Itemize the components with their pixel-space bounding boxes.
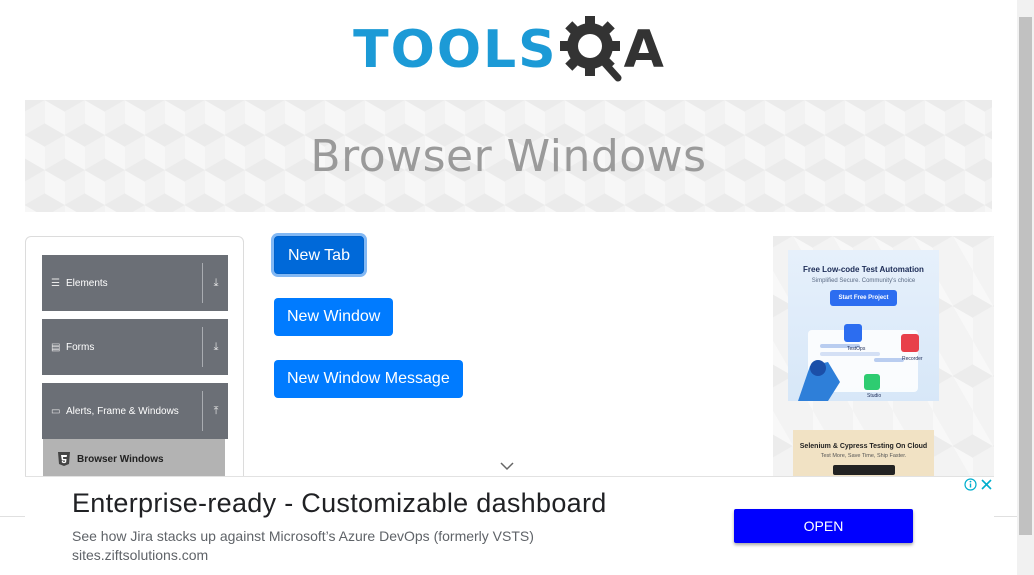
ad-info-icon[interactable] — [963, 477, 978, 492]
start-free-project-button[interactable]: Start Free Project — [830, 290, 897, 306]
scrollbar-thumb[interactable] — [1019, 17, 1032, 535]
open-button[interactable]: OPEN — [734, 509, 913, 543]
chevron-down-icon[interactable] — [499, 460, 515, 472]
gear-magnifier-icon — [559, 16, 622, 82]
divider — [202, 391, 203, 431]
sidebar-group-forms[interactable]: ▤ Forms ⤓ — [42, 319, 228, 375]
logo-text-a: A — [623, 20, 664, 80]
vertical-scrollbar[interactable] — [1017, 0, 1034, 575]
page-title: Browser Windows — [310, 130, 707, 182]
new-window-button[interactable]: New Window — [274, 298, 394, 336]
ad-subtitle: Simplified Secure. Community's choice — [811, 278, 916, 284]
sidebar-group-alerts-frame-windows[interactable]: ▭ Alerts, Frame & Windows ⤒ — [42, 383, 228, 439]
page: TOOLS A Browser Windows ☰ Elements ⤓ ▤ F… — [0, 0, 1034, 575]
site-header: TOOLS A — [0, 0, 1017, 100]
ad-label-testops: TestOps — [847, 346, 866, 352]
ad-title: Free Low-code Test Automation — [803, 265, 924, 274]
sidebar-item-label: Browser Windows — [77, 453, 164, 465]
new-window-message-button[interactable]: New Window Message — [274, 360, 463, 398]
close-icon[interactable] — [979, 477, 994, 492]
sidebar: ☰ Elements ⤓ ▤ Forms ⤓ ▭ Alerts, Frame &… — [25, 236, 244, 496]
ad-card-katalon[interactable]: Free Low-code Test Automation Simplified… — [788, 250, 939, 401]
ad-subtitle: Test More, Save Time, Ship Faster. — [820, 453, 907, 459]
sidebar-item-browser-windows[interactable]: Browser Windows — [43, 439, 225, 479]
sidebar-group-label: Forms — [66, 341, 95, 353]
ad-title: Selenium & Cypress Testing On Cloud — [799, 443, 928, 450]
ad-domain[interactable]: sites.ziftsolutions.com — [72, 547, 208, 563]
divider — [202, 263, 203, 303]
new-tab-button[interactable]: New Tab — [274, 236, 364, 274]
ad-description: See how Jira stacks up against Microsoft… — [72, 528, 534, 544]
ad-cta-bar[interactable] — [832, 465, 895, 475]
html5-icon — [58, 452, 70, 466]
toolsqa-logo[interactable]: TOOLS A — [353, 10, 664, 90]
ad-label-recorder: Recorder — [902, 356, 923, 362]
side-advertisement[interactable]: Free Low-code Test Automation Simplified… — [773, 236, 994, 486]
ad-label-studio: Studio — [867, 393, 881, 399]
download-arrow-icon: ⤓ — [213, 340, 219, 353]
sidebar-group-label: Elements — [66, 277, 108, 289]
ad-headline[interactable]: Enterprise-ready - Customizable dashboar… — [72, 488, 607, 519]
divider — [202, 327, 203, 367]
page-banner: Browser Windows — [25, 100, 992, 212]
upload-arrow-icon: ⤒ — [213, 404, 219, 417]
window-icon: ▭ — [51, 405, 61, 417]
sidebar-group-elements[interactable]: ☰ Elements ⤓ — [42, 255, 228, 311]
logo-text-tools: TOOLS — [353, 20, 558, 80]
bottom-advertisement[interactable]: Enterprise-ready - Customizable dashboar… — [25, 476, 994, 575]
document-icon: ▤ — [51, 341, 61, 353]
download-arrow-icon: ⤓ — [213, 276, 219, 289]
hamburger-icon: ☰ — [51, 277, 60, 289]
ad-illustration: TestOps Recorder Studio — [798, 324, 923, 401]
sidebar-group-label: Alerts, Frame & Windows — [66, 405, 179, 417]
